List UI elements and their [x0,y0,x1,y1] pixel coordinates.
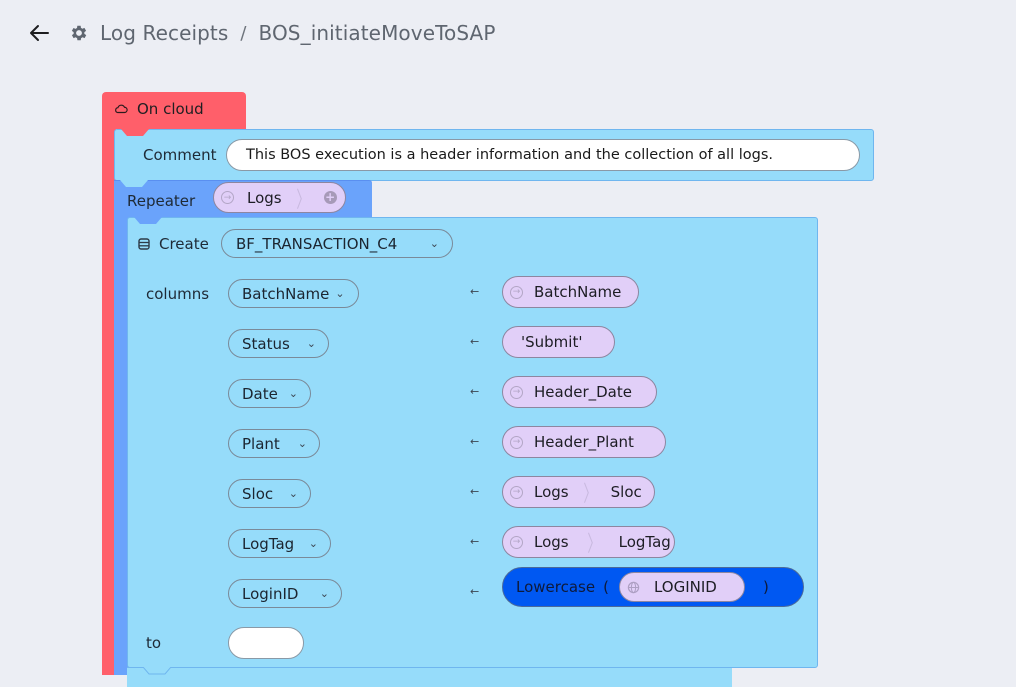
settings-button[interactable] [68,22,90,44]
assign-arrow-icon: ← [470,435,480,448]
chevron-down-icon: ⌄ [288,387,298,400]
chevron-down-icon: ⌄ [308,537,318,550]
assign-arrow-icon: ← [470,335,480,348]
path-separator-icon: 〉 [296,187,310,213]
value-pill-plant[interactable]: → Header_Plant [502,426,666,458]
value-pill-status[interactable]: 'Submit' [502,326,615,358]
breadcrumb-log-receipts[interactable]: Log Receipts [100,21,228,45]
function-name: Lowercase [516,578,596,596]
close-paren: ) [762,578,769,596]
function-argument-pill[interactable]: LOGINID [618,572,745,602]
database-icon [138,238,150,250]
on-cloud-label: On cloud [137,100,204,118]
variable-name: Header_Date [534,383,632,401]
block-notch [143,667,171,675]
column-dropdown-date[interactable]: Date ⌄ [228,379,311,408]
assign-arrow-icon: ← [470,385,480,398]
variable-name: Header_Plant [534,433,634,451]
table-dropdown-value: BF_TRANSACTION_C4 [236,234,398,253]
variable-field: LogTag [618,533,671,551]
next-block[interactable] [127,667,732,687]
block-notch [120,180,148,187]
on-cloud-header: On cloud [114,100,204,118]
variable-name: Logs [534,483,569,501]
chevron-down-icon: ⌄ [319,587,329,600]
variable-arrow-icon: → [510,485,523,499]
chevron-down-icon: ⌄ [288,487,298,500]
chevron-down-icon: ⌄ [297,437,307,450]
path-separator-icon: 〉 [583,482,597,507]
column-dropdown-batchname[interactable]: BatchName ⌄ [228,279,359,308]
path-separator-icon: 〉 [587,532,601,557]
back-button[interactable] [28,22,50,44]
assign-arrow-icon: ← [470,535,480,548]
breadcrumb-separator: / [240,22,247,44]
repeater-variable-pill[interactable]: → Logs 〉 + [213,182,346,213]
column-name: LogTag [242,534,295,553]
chevron-down-icon: ⌄ [306,337,316,350]
top-bar: Log Receipts / BOS_initiateMoveToSAP [28,18,495,48]
variable-arrow-icon: → [510,535,523,549]
comment-label: Comment [143,146,217,164]
variable-arrow-icon: → [510,285,523,299]
variable-arrow-icon: → [510,385,523,399]
column-name: BatchName [242,284,330,303]
variable-arrow-icon: → [510,435,523,449]
column-name: Plant [242,434,280,453]
arrow-left-icon [30,25,49,41]
variable-field: Sloc [610,483,642,501]
create-header: Create [138,235,209,253]
to-label: to [146,634,162,652]
value-pill-date[interactable]: → Header_Date [502,376,657,408]
breadcrumb-current-flow: BOS_initiateMoveToSAP [258,21,496,45]
assign-arrow-icon: ← [470,285,480,298]
lowercase-function-block[interactable]: Lowercase ( LOGINID ) [502,567,804,607]
create-label: Create [159,235,209,253]
value-pill-batchname[interactable]: → BatchName [502,276,639,308]
column-dropdown-sloc[interactable]: Sloc ⌄ [228,479,311,508]
repeater-label: Repeater [127,192,196,210]
column-dropdown-loginid[interactable]: LoginID ⌄ [228,579,342,608]
column-name: LoginID [242,584,299,603]
column-dropdown-plant[interactable]: Plant ⌄ [228,429,320,458]
column-dropdown-logtag[interactable]: LogTag ⌄ [228,529,331,558]
chevron-down-icon: ⌄ [335,287,345,300]
to-input[interactable] [228,627,304,659]
table-dropdown[interactable]: BF_TRANSACTION_C4 ⌄ [221,229,453,258]
assign-arrow-icon: ← [470,585,480,598]
column-name: Date [242,384,278,403]
open-paren: ( [603,578,609,596]
cloud-icon [115,104,128,114]
repeater-block-spine[interactable] [114,216,128,675]
columns-label: columns [146,285,210,303]
gear-icon [71,25,87,41]
column-name: Status [242,334,290,353]
block-notch [134,217,162,224]
variable-name: BatchName [534,283,622,301]
function-argument: LOGINID [653,578,717,596]
variable-arrow-icon: → [221,191,234,204]
assign-arrow-icon: ← [470,485,480,498]
repeater-variable-name: Logs [247,188,282,207]
value-pill-sloc[interactable]: → Logs 〉 Sloc [502,476,655,508]
column-dropdown-status[interactable]: Status ⌄ [228,329,329,358]
add-path-icon[interactable]: + [323,191,337,204]
column-name: Sloc [242,484,274,503]
chevron-down-icon: ⌄ [429,237,439,250]
globe-icon [627,581,640,593]
variable-name: Logs [534,533,569,551]
value-pill-logtag[interactable]: → Logs 〉 LogTag [502,526,675,558]
comment-input[interactable]: This BOS execution is a header informati… [226,139,860,171]
block-notch [121,129,149,136]
literal-value: 'Submit' [521,333,583,351]
